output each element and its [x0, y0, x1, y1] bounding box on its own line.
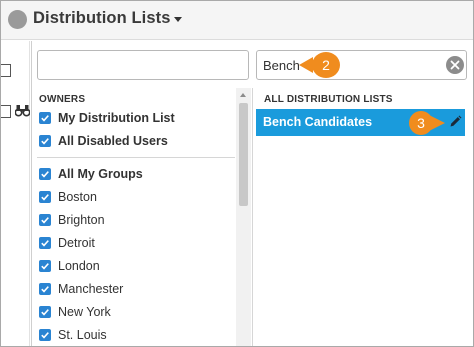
background-checkbox[interactable]	[0, 64, 11, 77]
owner-item-all-disabled-users[interactable]: All Disabled Users	[39, 132, 168, 150]
owner-item-label: London	[58, 259, 100, 273]
circle-icon	[8, 10, 27, 29]
owner-item-label: All My Groups	[58, 167, 143, 181]
checkbox-checked[interactable]	[39, 214, 51, 226]
lists-heading: ALL DISTRIBUTION LISTS	[264, 94, 393, 105]
owner-item-detroit[interactable]: Detroit	[39, 234, 95, 252]
owner-item-label: New York	[58, 305, 111, 319]
page-header: Distribution Lists	[0, 0, 474, 40]
scrollbar-thumb[interactable]	[239, 103, 248, 206]
binoculars-icon[interactable]	[15, 103, 30, 117]
background-checkbox[interactable]	[0, 105, 11, 118]
owners-separator	[37, 157, 235, 158]
checkbox-checked[interactable]	[39, 135, 51, 147]
checkbox-checked[interactable]	[39, 237, 51, 249]
owner-item-boston[interactable]: Boston	[39, 188, 97, 206]
checkbox-checked[interactable]	[39, 306, 51, 318]
owners-search-input[interactable]	[37, 50, 249, 80]
callout-step-2: 2	[297, 52, 343, 78]
owner-item-london[interactable]: London	[39, 257, 100, 275]
checkbox-checked[interactable]	[39, 191, 51, 203]
callout-pointer	[299, 57, 313, 73]
owner-item-all-my-groups[interactable]: All My Groups	[39, 165, 143, 183]
background-column	[0, 41, 30, 347]
checkbox-checked[interactable]	[39, 112, 51, 124]
owner-item-manchester[interactable]: Manchester	[39, 280, 123, 298]
page-title: Distribution Lists	[33, 9, 171, 27]
pencil-icon[interactable]	[449, 115, 462, 128]
checkbox-checked[interactable]	[39, 260, 51, 272]
caret-down-icon[interactable]	[174, 17, 182, 22]
checkbox-checked[interactable]	[39, 168, 51, 180]
owner-item-label: Brighton	[58, 213, 105, 227]
owner-item-my-distribution-list[interactable]: My Distribution List	[39, 109, 175, 127]
scroll-up-icon[interactable]	[240, 93, 246, 97]
lists-search-input[interactable]	[256, 50, 467, 80]
callout-pointer	[429, 115, 445, 131]
owner-item-brighton[interactable]: Brighton	[39, 211, 105, 229]
owner-item-label: My Distribution List	[58, 111, 175, 125]
clear-search-button[interactable]	[446, 56, 464, 74]
checkbox-checked[interactable]	[39, 329, 51, 341]
checkbox-checked[interactable]	[39, 283, 51, 295]
owner-item-label: St. Louis	[58, 328, 107, 342]
column-divider	[252, 88, 253, 347]
clear-icon	[450, 60, 460, 70]
owner-item-label: Detroit	[58, 236, 95, 250]
owner-item-st-louis[interactable]: St. Louis	[39, 326, 107, 344]
owner-item-label: Manchester	[58, 282, 124, 296]
callout-number: 2	[312, 52, 340, 78]
callout-step-3: 3	[409, 111, 447, 135]
list-item-label: Bench Candidates	[263, 115, 373, 129]
owner-item-label: All Disabled Users	[58, 134, 168, 148]
owner-item-new-york[interactable]: New York	[39, 303, 111, 321]
owners-heading: OWNERS	[39, 94, 86, 105]
owner-item-label: Boston	[58, 190, 97, 204]
